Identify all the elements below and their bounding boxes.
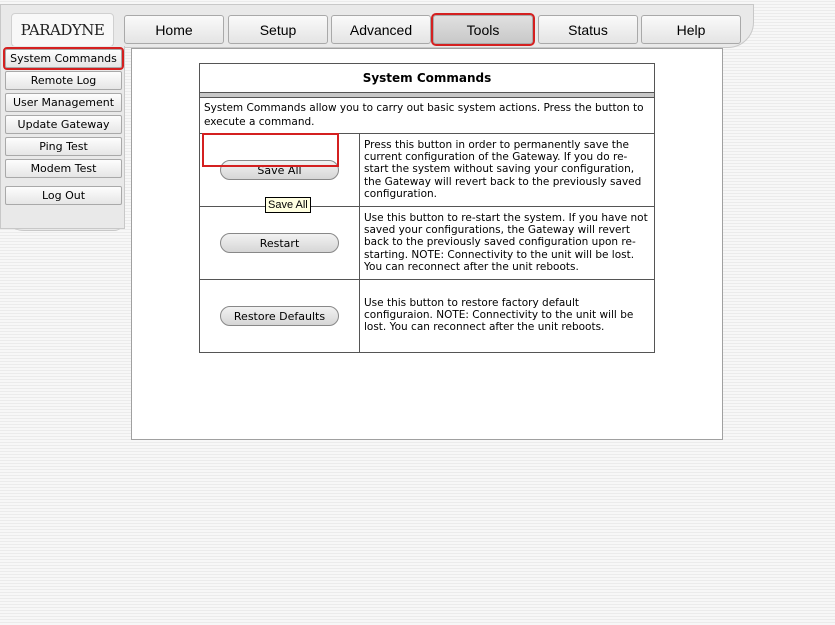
tab-tools[interactable]: Tools bbox=[431, 13, 535, 46]
intro-text: System Commands allow you to carry out b… bbox=[200, 98, 654, 134]
sidebar-item-system-commands[interactable]: System Commands bbox=[3, 47, 124, 70]
tab-help[interactable]: Help bbox=[641, 15, 741, 44]
paradyne-logo: PARADYNE bbox=[11, 13, 114, 47]
sidebar-item-modem-test[interactable]: Modem Test bbox=[5, 159, 122, 178]
sidebar: System Commands Remote Log User Manageme… bbox=[0, 46, 125, 229]
command-row-restore-defaults: Restore Defaults Use this button to rest… bbox=[200, 280, 654, 352]
top-nav-bar: PARADYNE Home Setup Advanced Tools Statu… bbox=[0, 4, 754, 48]
command-row-restart: Restart Use this button to re-start the … bbox=[200, 207, 654, 280]
command-button-cell: Restore Defaults bbox=[200, 280, 360, 352]
tab-setup[interactable]: Setup bbox=[228, 15, 328, 44]
restore-defaults-button[interactable]: Restore Defaults bbox=[220, 306, 339, 326]
restore-defaults-description: Use this button to restore factory defau… bbox=[364, 297, 634, 334]
highlight-box bbox=[202, 133, 339, 167]
logout-button[interactable]: Log Out bbox=[5, 186, 122, 205]
sidebar-item-remote-log[interactable]: Remote Log bbox=[5, 71, 122, 90]
command-button-cell: Save All bbox=[200, 133, 360, 206]
sidebar-item-ping-test[interactable]: Ping Test bbox=[5, 137, 122, 156]
tab-status[interactable]: Status bbox=[538, 15, 638, 44]
tab-home[interactable]: Home bbox=[124, 15, 224, 44]
command-button-cell: Restart bbox=[200, 207, 360, 279]
save-all-tooltip: Save All bbox=[265, 197, 311, 213]
sidebar-item-user-management[interactable]: User Management bbox=[5, 93, 122, 112]
save-all-description: Press this button in order to permanentl… bbox=[364, 139, 642, 200]
main-panel: System Commands System Commands allow yo… bbox=[131, 48, 723, 440]
restart-description: Use this button to re-start the system. … bbox=[364, 212, 648, 273]
restart-button[interactable]: Restart bbox=[220, 233, 339, 253]
sidebar-item-update-gateway[interactable]: Update Gateway bbox=[5, 115, 122, 134]
tab-advanced[interactable]: Advanced bbox=[331, 15, 431, 44]
page-title: System Commands bbox=[200, 64, 654, 93]
